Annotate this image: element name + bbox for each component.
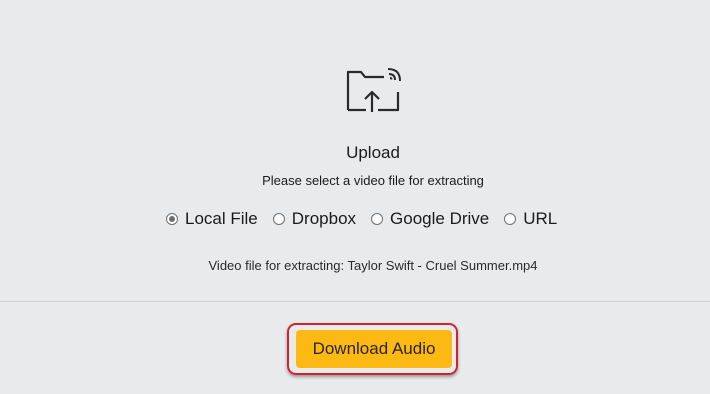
upload-title: Upload bbox=[346, 143, 400, 162]
upload-subtitle: Please select a video file for extractin… bbox=[262, 173, 484, 188]
option-label: Dropbox bbox=[291, 209, 357, 228]
option-label: Local File bbox=[185, 209, 258, 228]
radio-url[interactable] bbox=[504, 213, 517, 225]
option-google-drive[interactable]: Google Drive bbox=[371, 209, 489, 229]
option-label: URL bbox=[523, 209, 558, 228]
option-dropbox[interactable]: Dropbox bbox=[272, 209, 357, 229]
option-url[interactable]: URL bbox=[504, 209, 557, 229]
upload-page: Upload Please select a video file for ex… bbox=[0, 0, 710, 394]
radio-local-file[interactable] bbox=[166, 213, 178, 225]
divider bbox=[0, 301, 710, 302]
download-audio-button[interactable]: Download Audio bbox=[296, 330, 452, 368]
source-options: Local File Dropbox Google Drive URL bbox=[166, 209, 572, 229]
selected-file-text: Video file for extracting: Taylor Swift … bbox=[208, 258, 538, 273]
radio-google-drive[interactable] bbox=[371, 213, 384, 225]
option-label: Google Drive bbox=[390, 209, 490, 228]
option-local-file[interactable]: Local File bbox=[166, 209, 258, 229]
radio-dropbox[interactable] bbox=[272, 213, 285, 225]
folder-upload-icon[interactable] bbox=[344, 64, 402, 114]
